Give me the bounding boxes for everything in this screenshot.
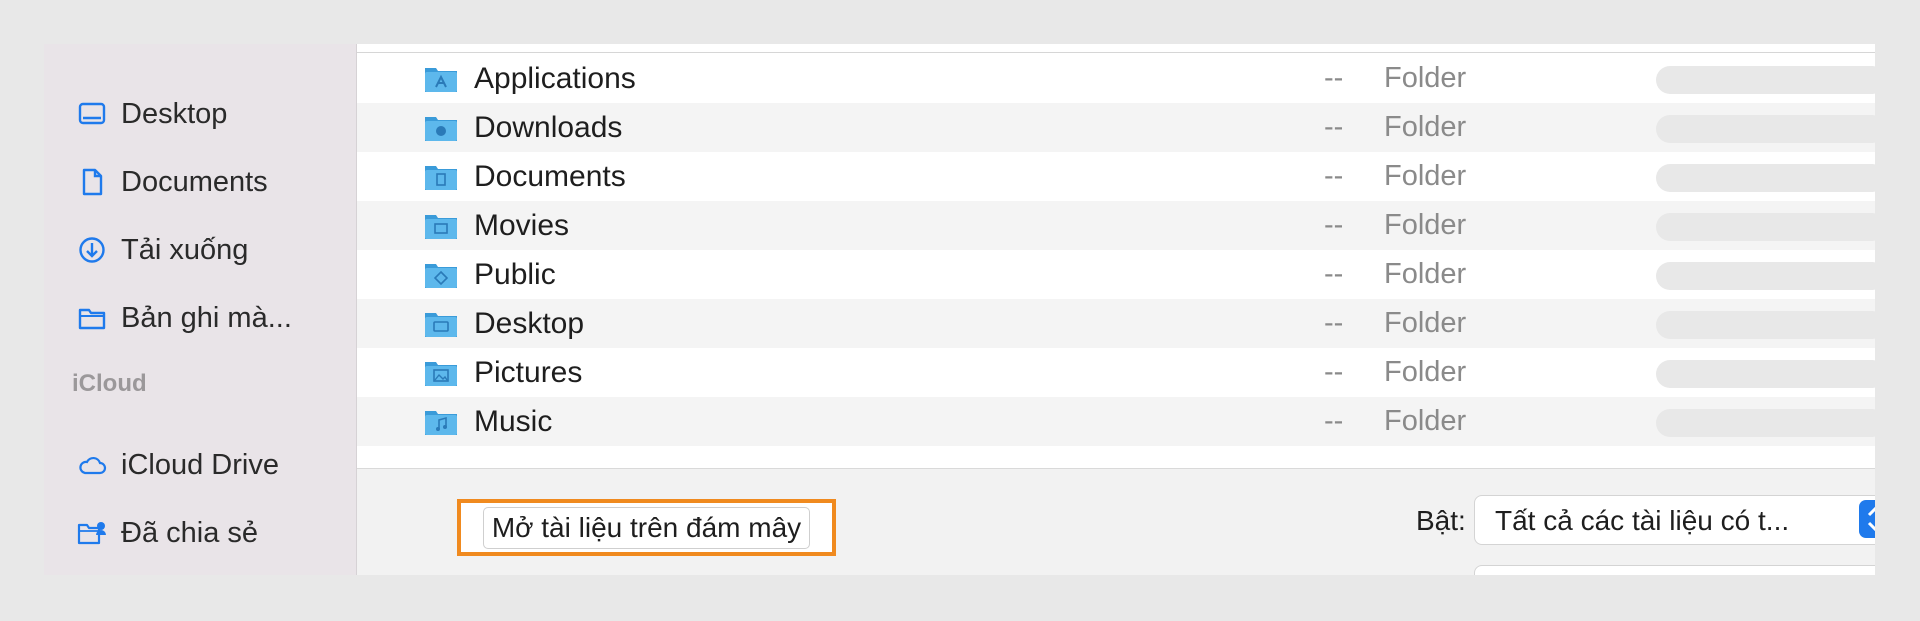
documents-folder-icon [424, 163, 458, 191]
file-size: -- [1324, 307, 1344, 339]
document-icon [77, 167, 107, 197]
sidebar-item-shared[interactable]: Đã chia sẻ [77, 511, 258, 555]
file-list: Applications -- Folder Downloads -- Fold… [357, 44, 1875, 446]
file-date-placeholder [1656, 311, 1875, 339]
file-name: Desktop [474, 307, 585, 340]
file-name: Public [474, 258, 556, 291]
file-kind: Folder [1384, 258, 1467, 290]
file-type-filter-value: Tất cả các tài liệu có t... [1495, 505, 1790, 536]
sidebar-item-label: Đã chia sẻ [121, 516, 259, 549]
file-kind: Folder [1384, 62, 1467, 94]
sidebar-item-documents[interactable]: Documents [77, 160, 268, 204]
sidebar-item-desktop[interactable]: Desktop [77, 92, 227, 136]
file-date-placeholder [1656, 360, 1875, 388]
music-folder-icon [424, 408, 458, 436]
file-type-filter-select[interactable]: Tất cả các tài liệu có t... [1474, 495, 1875, 545]
file-row-downloads[interactable]: Downloads -- Folder [357, 103, 1875, 152]
file-date-placeholder [1656, 262, 1875, 290]
file-size: -- [1324, 258, 1344, 290]
desktop-icon [77, 99, 107, 129]
icloud-section-header: iCloud [72, 370, 147, 397]
sidebar-item-label: Tải xuống [121, 233, 249, 266]
file-size: -- [1324, 111, 1344, 143]
applications-folder-icon [424, 65, 458, 93]
sidebar-item-icloud-drive[interactable]: iCloud Drive [77, 443, 279, 487]
file-kind: Folder [1384, 307, 1467, 339]
file-row-public[interactable]: Public -- Folder [357, 250, 1875, 299]
open-dialog: Desktop Documents Tải xuống Bản ghi mà..… [44, 44, 1875, 575]
file-row-applications[interactable]: Applications -- Folder [357, 54, 1875, 103]
sidebar: Desktop Documents Tải xuống Bản ghi mà..… [44, 44, 357, 575]
file-kind: Folder [1384, 111, 1467, 143]
cloud-icon [77, 450, 107, 480]
sidebar-item-label: Documents [121, 165, 268, 198]
file-date-placeholder [1656, 66, 1875, 94]
file-kind: Folder [1384, 356, 1467, 388]
sidebar-item-downloads[interactable]: Tải xuống [77, 228, 248, 272]
sidebar-item-label: Desktop [121, 97, 228, 130]
folder-icon [77, 303, 107, 333]
open-cloud-documents-button[interactable]: Mở tài liệu trên đám mây [457, 499, 836, 556]
file-row-movies[interactable]: Movies -- Folder [357, 201, 1875, 250]
sidebar-item-label: Bản ghi mà... [121, 301, 292, 334]
list-divider [357, 52, 1875, 53]
file-row-documents[interactable]: Documents -- Folder [357, 152, 1875, 201]
file-size: -- [1324, 356, 1344, 388]
file-size: -- [1324, 209, 1344, 241]
file-kind: Folder [1384, 405, 1467, 437]
file-size: -- [1324, 405, 1344, 437]
downloads-folder-icon [424, 114, 458, 142]
file-name: Documents [474, 160, 626, 193]
pictures-folder-icon [424, 359, 458, 387]
file-kind: Folder [1384, 209, 1467, 241]
file-date-placeholder [1656, 213, 1875, 241]
desktop-folder-icon [424, 310, 458, 338]
sidebar-item-label: iCloud Drive [121, 448, 279, 481]
file-row-pictures[interactable]: Pictures -- Folder [357, 348, 1875, 397]
file-row-music[interactable]: Music -- Folder [357, 397, 1875, 446]
file-name: Pictures [474, 356, 583, 389]
file-name: Applications [474, 62, 636, 95]
file-size: -- [1324, 62, 1344, 94]
secondary-select[interactable] [1474, 565, 1875, 575]
movies-folder-icon [424, 212, 458, 240]
file-size: -- [1324, 160, 1344, 192]
file-name: Downloads [474, 111, 623, 144]
file-date-placeholder [1656, 409, 1875, 437]
file-row-desktop[interactable]: Desktop -- Folder [357, 299, 1875, 348]
file-date-placeholder [1656, 164, 1875, 192]
public-folder-icon [424, 261, 458, 289]
chevron-updown-icon[interactable] [1859, 500, 1875, 538]
file-kind: Folder [1384, 160, 1467, 192]
dialog-footer: Mở tài liệu trên đám mây Bật: Tất cả các… [357, 468, 1875, 575]
enable-label: Bật: [1416, 505, 1466, 536]
download-icon [77, 235, 107, 265]
file-date-placeholder [1656, 115, 1875, 143]
file-name: Music [474, 405, 553, 438]
open-cloud-documents-label: Mở tài liệu trên đám mây [482, 506, 811, 549]
sidebar-item-recordings[interactable]: Bản ghi mà... [77, 296, 292, 340]
shared-folder-icon [77, 518, 107, 548]
file-name: Movies [474, 209, 570, 242]
